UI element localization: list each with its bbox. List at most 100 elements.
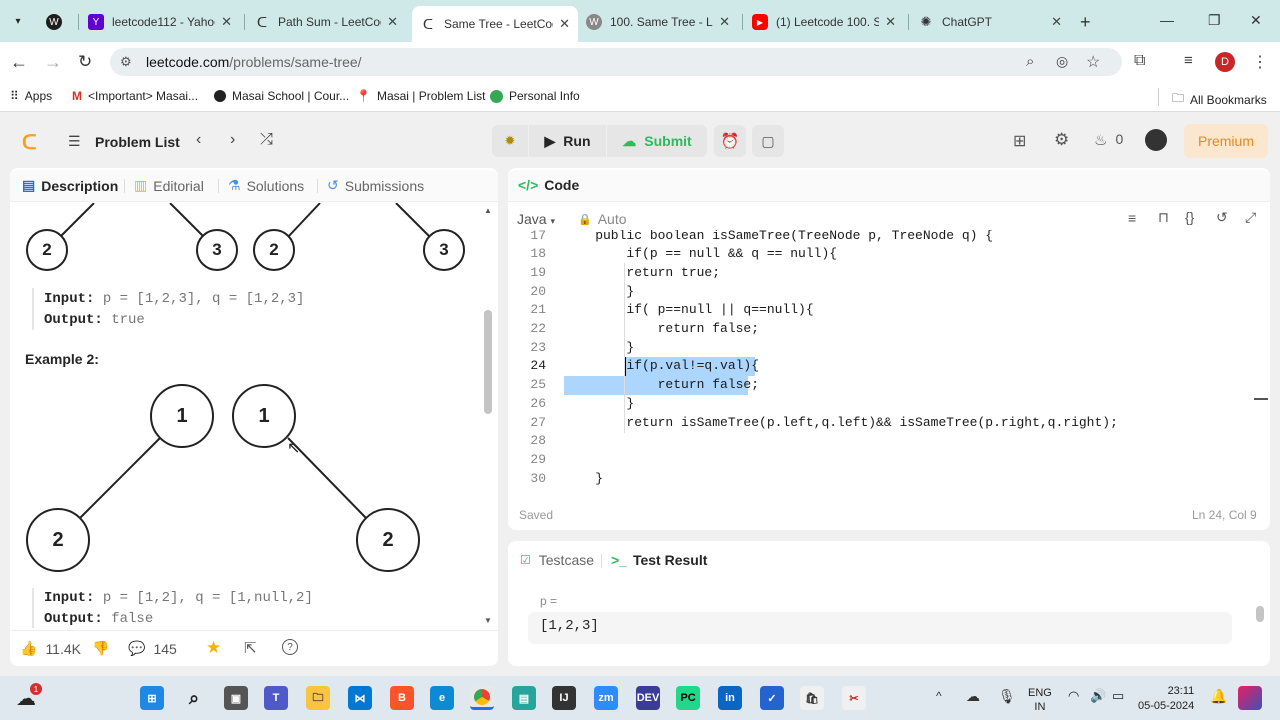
close-tab-icon[interactable]: ✕ <box>387 14 398 30</box>
share-icon[interactable]: ⇱ <box>244 639 257 657</box>
volume-icon[interactable]: 🔊 <box>1090 688 1106 704</box>
tab-description[interactable]: ▤ Description <box>22 177 118 194</box>
linkedin-icon[interactable]: in <box>718 686 742 710</box>
chrome-icon[interactable] <box>470 686 494 710</box>
tab-editorial[interactable]: ▥ Editorial <box>134 177 204 194</box>
profile-avatar[interactable]: D <box>1215 52 1235 72</box>
extensions-icon[interactable]: ⧉ <box>1134 52 1145 70</box>
scroll-up-arrow[interactable]: ▲ <box>484 206 492 215</box>
problem-list-link[interactable]: Problem List <box>95 134 180 150</box>
submit-button[interactable]: ☁ Submit <box>607 125 707 157</box>
snipping-tool-icon[interactable]: ✂ <box>842 686 866 710</box>
bookmark-apps[interactable]: ⠿ Apps <box>10 89 52 103</box>
timer-button[interactable]: ⏰ <box>714 125 746 157</box>
comments-button[interactable]: 💬 145 <box>128 640 177 657</box>
pycharm-icon[interactable]: PC <box>676 686 700 710</box>
todo-icon[interactable]: ✓ <box>760 686 784 710</box>
battery-icon[interactable]: ▭ <box>1112 688 1124 704</box>
site-info-icon[interactable]: ⚙ <box>120 54 132 70</box>
next-problem-icon[interactable]: › <box>230 131 235 149</box>
close-tab-icon[interactable]: ✕ <box>885 14 896 30</box>
store-icon[interactable]: 🛍 <box>800 686 824 710</box>
back-icon[interactable]: ← <box>10 52 28 73</box>
help-icon[interactable]: ? <box>282 639 298 655</box>
reload-icon[interactable]: ↻ <box>78 52 92 72</box>
dev-icon[interactable]: DEV <box>636 686 660 710</box>
layout-icon[interactable]: ⊞ <box>1013 131 1026 151</box>
auto-mode[interactable]: 🔒 Auto <box>578 211 627 227</box>
bookmark-icon[interactable]: ⊓ <box>1158 209 1169 226</box>
onedrive-icon[interactable]: ☁ <box>966 688 980 705</box>
browser-menu-icon[interactable]: ⋮ <box>1252 52 1268 72</box>
debug-button[interactable]: ✹ <box>492 125 528 157</box>
intellij-icon[interactable]: IJ <box>552 686 576 710</box>
zoom-app-icon[interactable]: zm <box>594 686 618 710</box>
brave-icon[interactable]: B <box>390 686 414 710</box>
teams-icon[interactable]: T <box>264 686 288 710</box>
favorite-star-icon[interactable]: ★ <box>206 638 221 658</box>
code-editor[interactable]: 17 public boolean isSameTree(TreeNode p,… <box>508 230 1254 486</box>
bookmark-masai-problem-list[interactable]: 📍 Masai | Problem List <box>356 89 485 103</box>
tray-expand-icon[interactable]: ^ <box>936 689 942 703</box>
browser-tab-same-tree-web[interactable]: W 100. Same Tree - Le ✕ <box>578 8 738 36</box>
notepad-icon[interactable]: ▤ <box>512 686 536 710</box>
scroll-down-arrow[interactable]: ▼ <box>484 616 492 625</box>
like-button[interactable]: 👍 11.4K <box>20 640 81 657</box>
browser-tab-yahoo[interactable]: Y leetcode112 - Yahoo ✕ <box>80 8 240 36</box>
close-tab-icon[interactable]: ✕ <box>221 14 232 30</box>
clock[interactable]: 23:11 05-05-2024 <box>1138 684 1194 714</box>
minimize-button[interactable]: — <box>1160 12 1174 28</box>
fullscreen-icon[interactable]: ⤢ <box>1245 209 1256 226</box>
bookmark-important-masai[interactable]: M <Important> Masai... <box>72 89 198 103</box>
windows-start-icon[interactable]: ⊞ <box>140 686 164 710</box>
bookmark-personal-info[interactable]: Personal Info <box>490 89 580 103</box>
braces-icon[interactable]: {} <box>1185 209 1194 225</box>
format-icon[interactable]: ≡ <box>1128 210 1136 226</box>
run-button[interactable]: ▶ Run <box>529 125 606 157</box>
settings-gear-icon[interactable]: ⚙ <box>1054 130 1069 150</box>
tab-solutions[interactable]: ⚗ Solutions <box>228 177 304 194</box>
reset-code-icon[interactable]: ↺ <box>1216 209 1228 226</box>
language-select[interactable]: Java ▾ <box>517 211 555 227</box>
search-icon[interactable]: ⌕ <box>182 686 206 710</box>
forward-icon[interactable]: → <box>44 52 62 73</box>
language-indicator[interactable]: ENG IN <box>1028 686 1052 714</box>
edge-icon[interactable]: e <box>430 686 454 710</box>
close-tab-icon[interactable]: ✕ <box>1051 14 1062 30</box>
tab-test-result[interactable]: >_ Test Result <box>611 552 707 568</box>
premium-button[interactable]: Premium <box>1184 124 1268 158</box>
copilot-icon[interactable] <box>1238 686 1262 710</box>
shuffle-icon[interactable]: ⤮ <box>260 131 273 149</box>
close-window-button[interactable]: ✕ <box>1250 12 1262 29</box>
browser-tab-youtube[interactable]: ▶ (1) Leetcode 100. Sa ✕ <box>744 8 904 36</box>
leetcode-logo[interactable]: ᑕ <box>22 130 37 155</box>
close-tab-icon[interactable]: ✕ <box>719 14 730 30</box>
all-bookmarks[interactable]: 🗀 All Bookmarks <box>1172 89 1267 110</box>
bookmark-masai-school[interactable]: Masai School | Cour... <box>214 89 349 103</box>
dislike-button[interactable]: 👎 <box>92 640 109 657</box>
maximize-button[interactable]: ❐ <box>1208 12 1221 29</box>
file-explorer-icon[interactable]: 🗀 <box>306 686 330 710</box>
browser-tab-wordpress[interactable]: W <box>38 8 74 36</box>
code-tab[interactable]: </> Code <box>518 177 579 193</box>
browser-tab-same-tree[interactable]: ᑕ Same Tree - LeetCode ✕ <box>412 6 578 42</box>
close-tab-icon[interactable]: ✕ <box>559 16 570 32</box>
results-scrollbar[interactable] <box>1256 606 1264 622</box>
notes-button[interactable]: ▢ <box>752 125 784 157</box>
description-scrollbar[interactable] <box>484 310 492 414</box>
browser-tab-path-sum[interactable]: ᑕ Path Sum - LeetCode ✕ <box>246 8 406 36</box>
bookmark-star-icon[interactable]: ☆ <box>1086 52 1100 72</box>
new-tab-button[interactable]: + <box>1080 12 1091 33</box>
prev-problem-icon[interactable]: ‹ <box>196 131 201 149</box>
streak-counter[interactable]: ♨ 0 <box>1094 131 1123 149</box>
user-avatar[interactable] <box>1145 129 1167 151</box>
media-control-icon[interactable]: ≡ <box>1184 52 1193 69</box>
browser-tab-chatgpt[interactable]: ✺ ChatGPT ✕ <box>910 8 1070 36</box>
tab-submissions[interactable]: ↺ Submissions <box>327 177 424 194</box>
task-view-icon[interactable]: ▣ <box>224 686 248 710</box>
vscode-icon[interactable]: ⋈ <box>348 686 372 710</box>
microphone-icon[interactable]: 🎙 <box>998 688 1016 705</box>
tab-search-icon[interactable]: ▾ <box>8 11 28 31</box>
wifi-icon[interactable]: ◠ <box>1068 688 1079 704</box>
notifications-bell-icon[interactable]: 🔔 <box>1210 688 1227 705</box>
